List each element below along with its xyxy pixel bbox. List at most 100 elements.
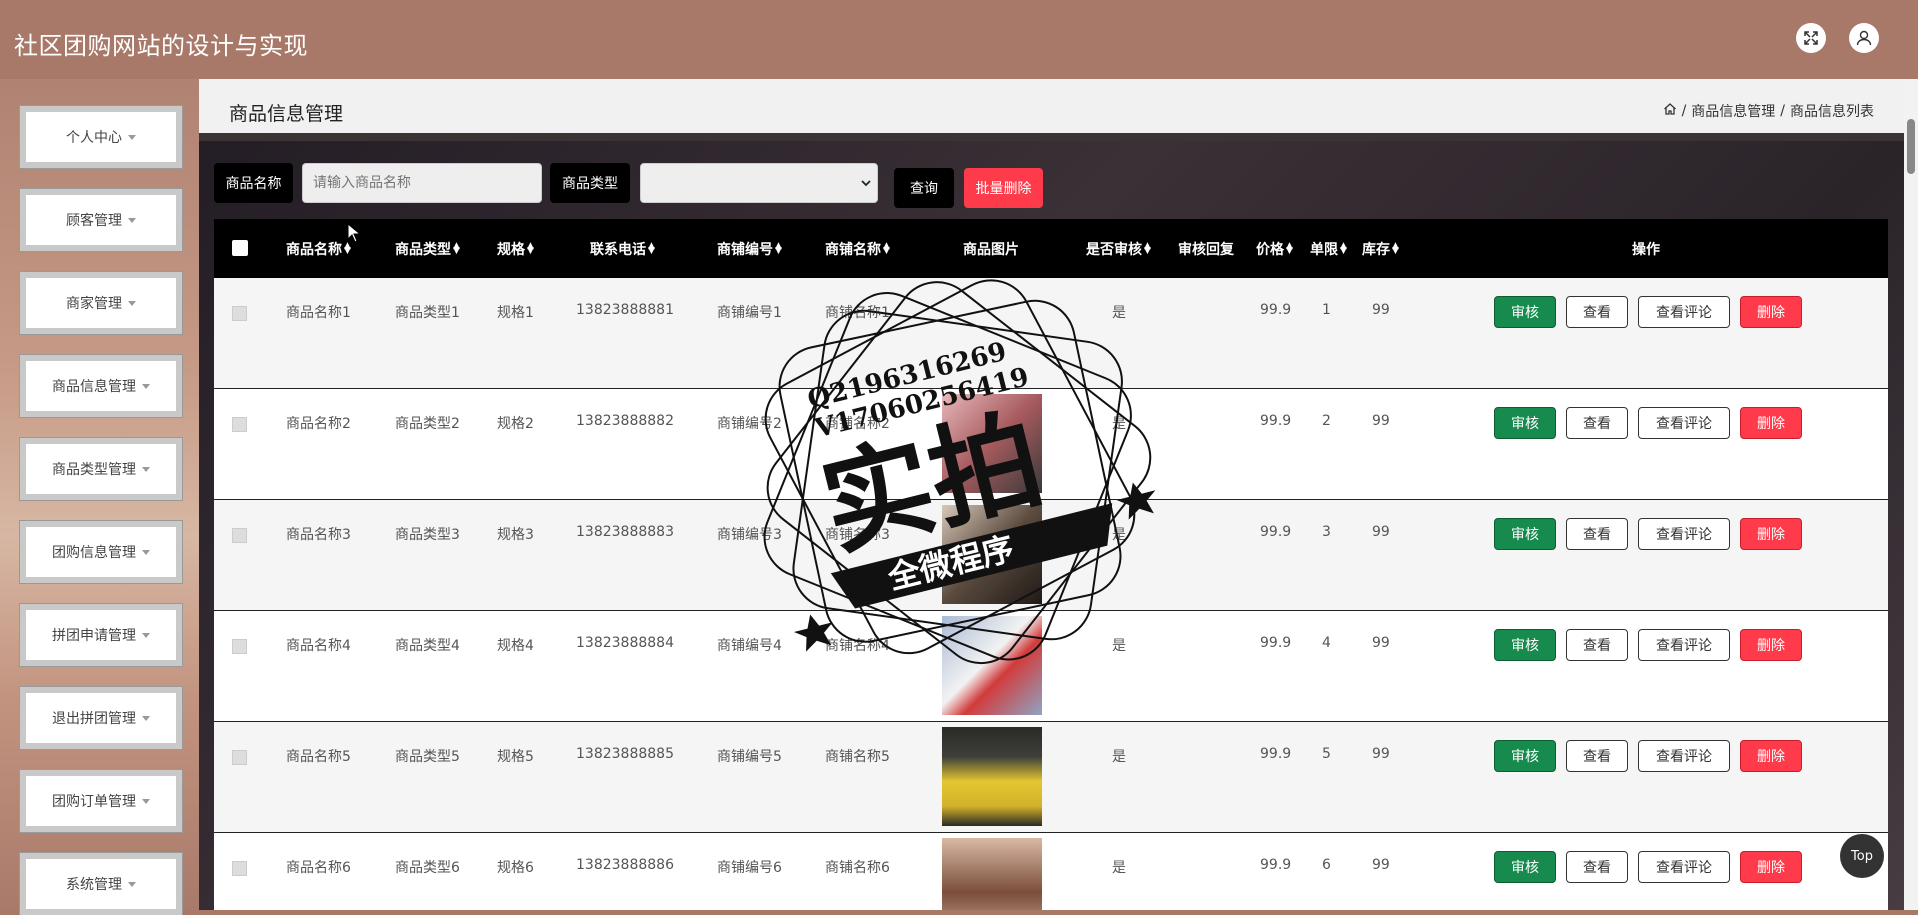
product-image[interactable] [942, 283, 1042, 382]
column-header-price[interactable]: 价格 ▲ ▼ [1256, 219, 1293, 278]
view-button[interactable]: 查看 [1566, 407, 1628, 439]
sidebar-item-group-apply-management[interactable]: 拼团申请管理 [19, 603, 183, 667]
product-image[interactable] [942, 394, 1042, 493]
breadcrumb: / 商品信息管理 / 商品信息列表 [1663, 101, 1874, 121]
cell-audited: 是 [1112, 416, 1126, 432]
home-icon[interactable] [1663, 102, 1677, 120]
product-image[interactable] [942, 505, 1042, 604]
scroll-top-button[interactable]: Top [1840, 834, 1884, 878]
breadcrumb-item: 商品信息列表 [1790, 104, 1874, 120]
cell-phone: 13823888885 [576, 746, 674, 762]
column-header-shop-no[interactable]: 商铺编号 ▲ ▼ [717, 219, 782, 278]
view-comments-button[interactable]: 查看评论 [1638, 629, 1730, 661]
product-name-input[interactable] [302, 163, 542, 203]
sort-icon: ▲ ▼ [1144, 240, 1151, 256]
product-type-select[interactable] [640, 163, 878, 203]
view-button[interactable]: 查看 [1566, 296, 1628, 328]
column-header-limit[interactable]: 单限 ▲ ▼ [1310, 219, 1347, 278]
view-comments-button[interactable]: 查看评论 [1638, 407, 1730, 439]
sidebar-item-product-info-management[interactable]: 商品信息管理 [19, 354, 183, 418]
view-comments-button[interactable]: 查看评论 [1638, 296, 1730, 328]
cell-name: 商品名称3 [286, 527, 351, 543]
row-checkbox[interactable] [232, 417, 247, 432]
column-header-label: 是否审核 [1086, 241, 1142, 258]
delete-button[interactable]: 删除 [1740, 296, 1802, 328]
column-header-name[interactable]: 商品名称 ▲ ▼ [286, 219, 351, 278]
breadcrumb-separator: / [1780, 103, 1785, 119]
scrollbar-thumb[interactable] [1907, 119, 1915, 174]
product-image[interactable] [942, 727, 1042, 826]
cell-price: 99.9 [1260, 746, 1292, 762]
view-button[interactable]: 查看 [1566, 851, 1628, 883]
sidebar-item-customer-management[interactable]: 顾客管理 [19, 188, 183, 252]
table-row: 商品名称6 商品类型6 规格6 13823888886 商铺编号6 商铺名称6 … [214, 833, 1888, 910]
user-icon[interactable] [1849, 23, 1879, 53]
caret-down-icon [128, 217, 136, 223]
audit-button[interactable]: 审核 [1494, 740, 1556, 772]
cell-stock: 99 [1372, 413, 1390, 429]
delete-button[interactable]: 删除 [1740, 740, 1802, 772]
sidebar-item-group-exit-management[interactable]: 退出拼团管理 [19, 686, 183, 750]
view-comments-button[interactable]: 查看评论 [1638, 518, 1730, 550]
cell-price: 99.9 [1260, 857, 1292, 873]
expand-icon[interactable] [1796, 23, 1826, 53]
cell-shop-name: 商铺名称3 [825, 527, 890, 543]
caret-down-icon [142, 549, 150, 555]
column-header-label: 商铺编号 [717, 241, 773, 258]
cell-audited: 是 [1112, 305, 1126, 321]
row-checkbox[interactable] [232, 861, 247, 876]
view-comments-button[interactable]: 查看评论 [1638, 740, 1730, 772]
cell-limit: 1 [1322, 302, 1331, 318]
view-comments-button[interactable]: 查看评论 [1638, 851, 1730, 883]
audit-button[interactable]: 审核 [1494, 407, 1556, 439]
column-header-type[interactable]: 商品类型 ▲ ▼ [395, 219, 460, 278]
sort-icon: ▲ ▼ [1340, 240, 1347, 256]
row-checkbox[interactable] [232, 750, 247, 765]
cell-name: 商品名称2 [286, 416, 351, 432]
breadcrumb-item[interactable]: 商品信息管理 [1691, 101, 1775, 121]
cell-name: 商品名称6 [286, 860, 351, 876]
audit-button[interactable]: 审核 [1494, 296, 1556, 328]
sidebar-item-personal-center[interactable]: 个人中心 [19, 105, 183, 169]
column-header-shop-name[interactable]: 商铺名称 ▲ ▼ [825, 219, 890, 278]
cell-stock: 99 [1372, 524, 1390, 540]
product-table: 商品名称 ▲ ▼ 商品类型 ▲ ▼ 规格 ▲ ▼ 联系电话 ▲ ▼ 商铺编号 ▲ ▼ 商铺名称 ▲ ▼ … [214, 219, 1888, 910]
view-button[interactable]: 查看 [1566, 740, 1628, 772]
delete-button[interactable]: 删除 [1740, 518, 1802, 550]
sidebar-item-product-type-management[interactable]: 商品类型管理 [19, 437, 183, 501]
cell-shop-name: 商铺名称6 [825, 860, 890, 876]
cell-audited: 是 [1112, 860, 1126, 876]
delete-button[interactable]: 删除 [1740, 629, 1802, 661]
column-header-stock[interactable]: 库存 ▲ ▼ [1362, 219, 1399, 278]
sidebar-item-system-management[interactable]: 系统管理 [19, 852, 183, 915]
cell-price: 99.9 [1260, 635, 1292, 651]
cell-spec: 规格3 [497, 527, 534, 543]
column-header-audited[interactable]: 是否审核 ▲ ▼ [1086, 219, 1151, 278]
sidebar-item-label: 商家管理 [66, 296, 122, 312]
sidebar-item-label: 系统管理 [66, 877, 122, 893]
audit-button[interactable]: 审核 [1494, 851, 1556, 883]
delete-button[interactable]: 删除 [1740, 851, 1802, 883]
product-image[interactable] [942, 616, 1042, 715]
query-button[interactable]: 查询 [894, 168, 954, 208]
row-checkbox[interactable] [232, 639, 247, 654]
column-header-phone[interactable]: 联系电话 ▲ ▼ [590, 219, 655, 278]
batch-delete-button[interactable]: 批量删除 [964, 168, 1043, 208]
row-checkbox[interactable] [232, 528, 247, 543]
page-title: 商品信息管理 [229, 103, 344, 125]
sidebar-item-merchant-management[interactable]: 商家管理 [19, 271, 183, 335]
cell-audited: 是 [1112, 749, 1126, 765]
view-button[interactable]: 查看 [1566, 629, 1628, 661]
product-image[interactable] [942, 838, 1042, 910]
audit-button[interactable]: 审核 [1494, 629, 1556, 661]
delete-button[interactable]: 删除 [1740, 407, 1802, 439]
select-all-checkbox[interactable] [232, 240, 248, 256]
column-header-spec[interactable]: 规格 ▲ ▼ [497, 219, 534, 278]
view-button[interactable]: 查看 [1566, 518, 1628, 550]
page-scrollbar[interactable] [1904, 79, 1918, 910]
sidebar-item-group-order-management[interactable]: 团购订单管理 [19, 769, 183, 833]
app-title: 社区团购网站的设计与实现 [14, 32, 308, 60]
row-checkbox[interactable] [232, 306, 247, 321]
audit-button[interactable]: 审核 [1494, 518, 1556, 550]
sidebar-item-group-buy-info-management[interactable]: 团购信息管理 [19, 520, 183, 584]
